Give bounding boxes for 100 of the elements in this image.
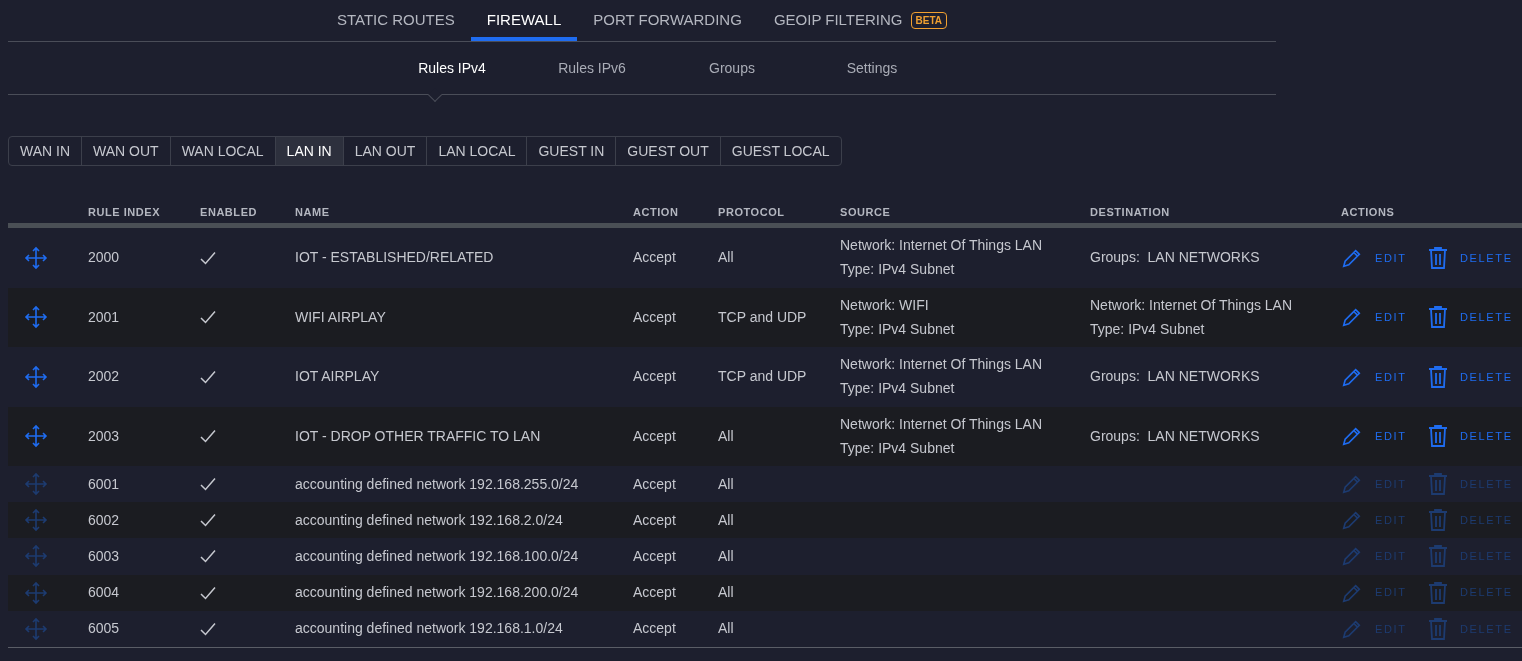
name-cell-text: accounting defined network 192.168.255.0/24 [295, 474, 580, 494]
delete-button[interactable]: DELETE [1428, 245, 1522, 270]
rule-index-cell-text: 2001 [88, 307, 121, 327]
trash-icon [1428, 245, 1448, 270]
trash-icon [1428, 472, 1448, 497]
filter-tab[interactable]: WAN IN [9, 137, 83, 165]
trash-icon [1428, 305, 1448, 330]
destination-text: Groups: LAN NETWORKS [1090, 367, 1261, 387]
delete-button[interactable]: DELETE [1428, 424, 1522, 449]
action-cell-text: Accept [633, 367, 677, 387]
column-header: RULE INDEX [88, 204, 162, 220]
action-cell-text: Accept [633, 583, 677, 603]
source-text: Type: IPv4 Subnet [840, 260, 956, 280]
sub-tab[interactable]: Rules IPv4 [382, 42, 522, 94]
edit-button[interactable]: EDIT [1341, 425, 1428, 448]
rule-index-cell-text: 2000 [88, 248, 121, 268]
delete-button[interactable]: DELETE [1428, 305, 1522, 330]
source-text: Type: IPv4 Subnet [840, 319, 956, 339]
source-text: Network: Internet Of Things LAN [840, 414, 1044, 434]
protocol-cell-text: TCP and UDP [718, 307, 808, 327]
protocol-cell-text: All [718, 546, 735, 566]
column-header: PROTOCOL [718, 204, 786, 220]
nav-tab[interactable]: FIREWALL [470, 0, 578, 41]
pencil-icon [1341, 545, 1363, 568]
filter-tab[interactable]: WAN OUT [82, 137, 171, 165]
column-header: ACTION [633, 204, 680, 220]
column-header: ACTIONS [1341, 204, 1396, 220]
destination-text: Groups: LAN NETWORKS [1090, 248, 1261, 268]
source-text: Type: IPv4 Subnet [840, 438, 956, 458]
sub-tab[interactable]: Groups [662, 42, 802, 94]
trash-icon [1428, 544, 1448, 569]
rule-index-cell-text: 6001 [88, 474, 121, 494]
name-cell-text: IOT AIRPLAY [295, 367, 381, 387]
trash-icon [1428, 616, 1448, 641]
pencil-icon [1341, 509, 1363, 532]
pencil-icon [1341, 425, 1363, 448]
rule-index-cell-text: 6002 [88, 510, 121, 530]
action-cell-text: Accept [633, 619, 677, 639]
source-text: Type: IPv4 Subnet [840, 379, 956, 399]
move-icon[interactable] [24, 364, 48, 389]
protocol-cell-text: All [718, 619, 735, 639]
rule-index-cell-text: 2003 [88, 426, 121, 446]
name-cell-text: IOT - ESTABLISHED/RELATED [295, 248, 495, 268]
edit-button[interactable]: EDIT [1341, 365, 1428, 388]
edit-button[interactable]: EDIT [1341, 306, 1428, 329]
name-cell-text: accounting defined network 192.168.1.0/24 [295, 619, 564, 639]
pencil-icon [1341, 306, 1363, 329]
name-cell-text: accounting defined network 192.168.200.0/24 [295, 583, 580, 603]
destination-text: Groups: LAN NETWORKS [1090, 426, 1261, 446]
filter-tab[interactable]: LAN OUT [343, 137, 428, 165]
column-header: ENABLED [200, 204, 259, 220]
rule-index-cell-text: 6005 [88, 619, 121, 639]
protocol-cell-text: TCP and UDP [718, 367, 808, 387]
source-text: Network: Internet Of Things LAN [840, 236, 1044, 256]
protocol-cell-text: All [718, 248, 735, 268]
action-cell-text: Accept [633, 248, 677, 268]
column-header: SOURCE [840, 204, 892, 220]
move-icon[interactable] [24, 245, 48, 270]
source-text: Network: WIFI [840, 295, 930, 315]
filter-tab[interactable]: WAN LOCAL [170, 137, 276, 165]
move-icon[interactable] [24, 305, 48, 330]
destination-text: Type: IPv4 Subnet [1090, 319, 1206, 339]
pencil-icon [1341, 473, 1363, 496]
action-cell-text: Accept [633, 426, 677, 446]
beta-badge: BETA [910, 12, 947, 29]
name-cell-text: accounting defined network 192.168.100.0/24 [295, 546, 580, 566]
trash-icon [1428, 364, 1448, 389]
protocol-cell-text: All [718, 474, 735, 494]
filter-tab[interactable]: GUEST LOCAL [720, 137, 841, 165]
move-icon[interactable] [24, 424, 48, 449]
action-cell-text: Accept [633, 510, 677, 530]
name-cell-text: WIFI AIRPLAY [295, 307, 387, 327]
filter-tab[interactable]: LAN LOCAL [427, 137, 528, 165]
filter-tab[interactable]: GUEST IN [527, 137, 617, 165]
rule-index-cell-text: 6004 [88, 583, 121, 603]
trash-icon [1428, 580, 1448, 605]
filter-tab[interactable]: LAN IN [275, 137, 344, 165]
sub-tab[interactable]: Settings [802, 42, 942, 94]
rule-index-cell-text: 2002 [88, 367, 121, 387]
delete-button[interactable]: DELETE [1428, 364, 1522, 389]
nav-tab[interactable]: STATIC ROUTES [321, 0, 471, 41]
nav-tab[interactable]: PORT FORWARDING [577, 0, 758, 41]
name-cell-text: accounting defined network 192.168.2.0/24 [295, 510, 564, 530]
source-text: Network: Internet Of Things LAN [840, 355, 1044, 375]
action-cell-text: Accept [633, 307, 677, 327]
filter-tab[interactable]: GUEST OUT [616, 137, 721, 165]
column-header: DESTINATION [1090, 204, 1171, 220]
sub-tab[interactable]: Rules IPv6 [522, 42, 662, 94]
trash-icon [1428, 424, 1448, 449]
trash-icon [1428, 508, 1448, 533]
protocol-cell-text: All [718, 426, 735, 446]
edit-button[interactable]: EDIT [1341, 246, 1428, 269]
name-cell-text: IOT - DROP OTHER TRAFFIC TO LAN [295, 426, 542, 446]
protocol-cell-text: All [718, 583, 735, 603]
action-cell-text: Accept [633, 474, 677, 494]
destination-text: Network: Internet Of Things LAN [1090, 295, 1294, 315]
protocol-cell-text: All [718, 510, 735, 530]
action-cell-text: Accept [633, 546, 677, 566]
rule-index-cell-text: 6003 [88, 546, 121, 566]
nav-tab[interactable]: GEOIP FILTERING BETA [757, 0, 963, 41]
